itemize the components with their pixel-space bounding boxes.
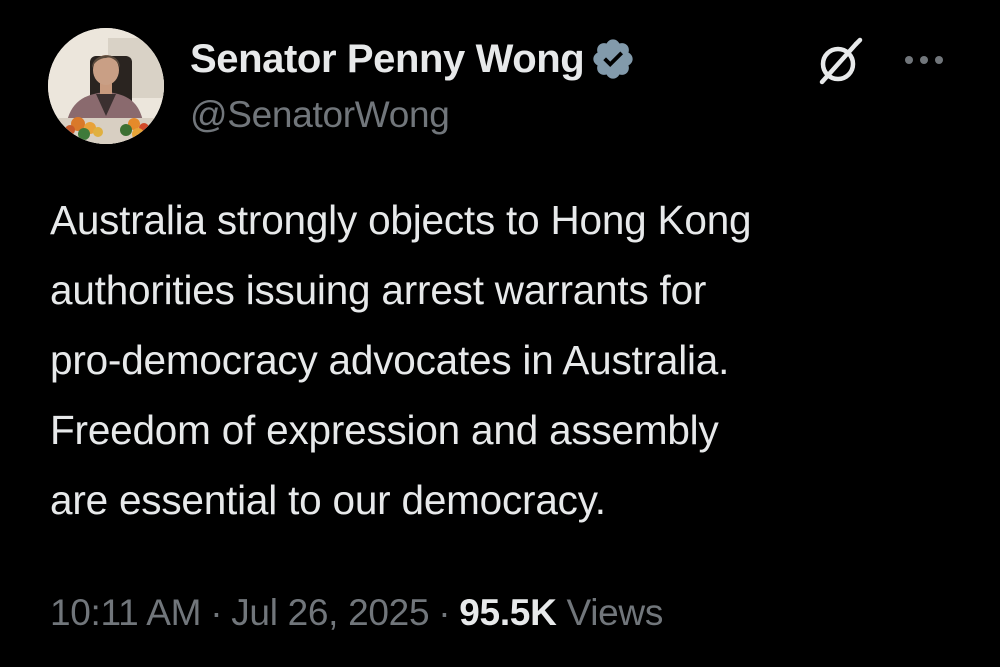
tweet-card: Senator Penny Wong @SenatorWong Australi… (0, 0, 1000, 667)
tweet-text-line: authorities issuing arrest warrants for (50, 267, 707, 313)
display-name[interactable]: Senator Penny Wong (190, 34, 585, 84)
more-icon[interactable] (900, 40, 950, 80)
meta-separator: · (438, 592, 451, 633)
tweet-text: Australia strongly objects to Hong Kong … (50, 185, 970, 535)
tweet-text-line: are essential to our democracy. (50, 477, 606, 523)
tweet-text-line: pro-democracy advocates in Australia. (50, 337, 730, 383)
author-handle[interactable]: @SenatorWong (190, 92, 450, 138)
tweet-date[interactable]: Jul 26, 2025 (231, 592, 429, 633)
tweet-meta: 10:11 AM · Jul 26, 2025 · 95.5K Views (50, 588, 663, 638)
meta-separator: · (210, 592, 223, 633)
avatar-photo (48, 28, 164, 144)
author-row: Senator Penny Wong (190, 34, 636, 84)
grok-icon[interactable] (812, 34, 868, 90)
tweet-text-line: Freedom of expression and assembly (50, 407, 719, 453)
views-label: Views (566, 592, 664, 633)
tweet-time[interactable]: 10:11 AM (50, 592, 201, 633)
verified-badge-icon[interactable] (590, 36, 636, 82)
views-count: 95.5K (459, 592, 557, 633)
avatar[interactable] (48, 28, 164, 144)
tweet-text-line: Australia strongly objects to Hong Kong (50, 197, 752, 243)
